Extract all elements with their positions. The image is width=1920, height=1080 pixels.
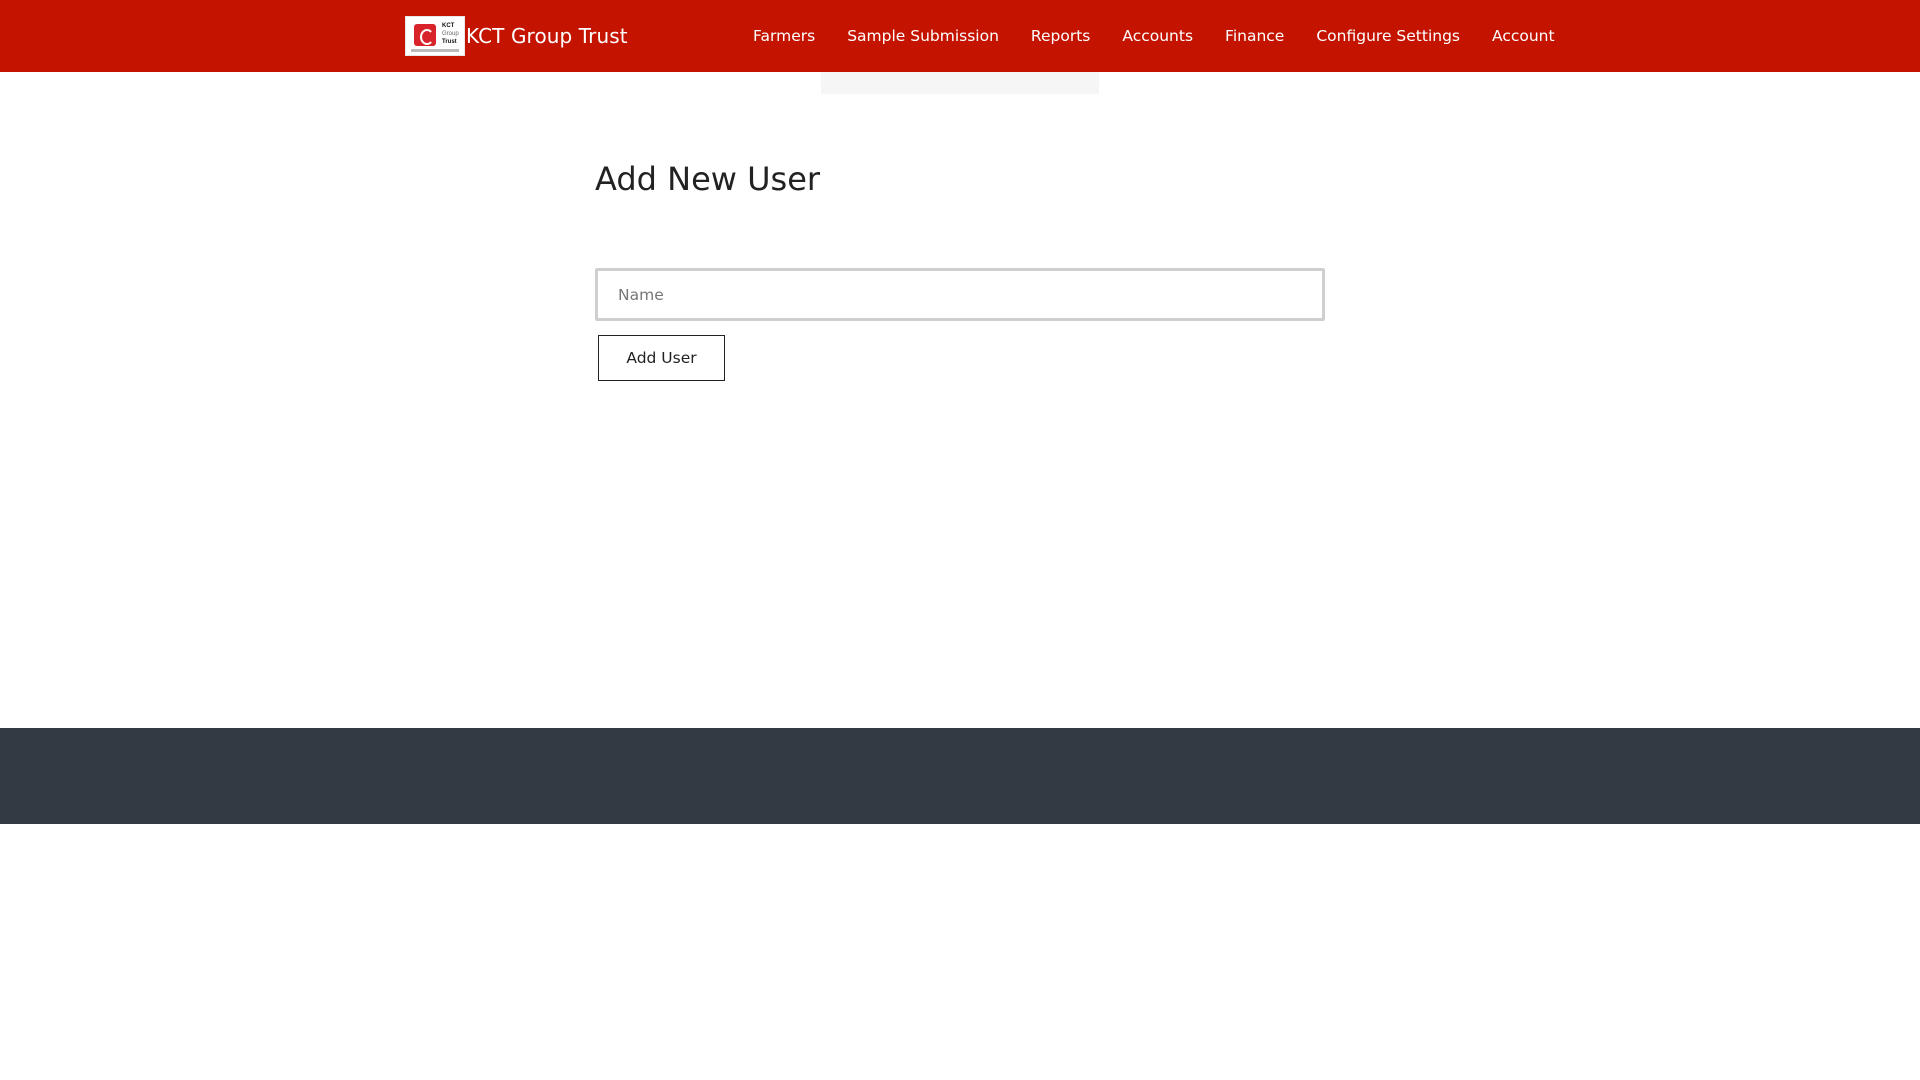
nav-item-reports[interactable]: Reports	[1031, 27, 1090, 45]
nav-item-accounts[interactable]: Accounts	[1122, 27, 1193, 45]
main-nav: Farmers Sample Submission Reports Accoun…	[753, 0, 1555, 72]
logo-line-3: Trust	[442, 39, 457, 45]
page-title: Add New User	[595, 160, 821, 198]
logo-line-1: KCT	[442, 23, 455, 29]
name-input[interactable]	[595, 268, 1325, 321]
add-user-button[interactable]: Add User	[598, 335, 725, 381]
nav-item-account[interactable]: Account	[1492, 27, 1555, 45]
nav-item-sample-submission[interactable]: Sample Submission	[847, 27, 999, 45]
logo-tagline	[411, 49, 459, 52]
page-footer	[0, 728, 1920, 824]
add-user-form: Add New User Add User	[595, 160, 1325, 381]
brand-name: KCT Group Trust	[466, 24, 628, 48]
brand-link[interactable]: KCT Group Trust KCT Group Trust	[405, 16, 628, 56]
nav-item-finance[interactable]: Finance	[1225, 27, 1284, 45]
faded-notification-bar	[821, 72, 1099, 94]
nav-item-farmers[interactable]: Farmers	[753, 27, 815, 45]
kct-logo: KCT Group Trust	[405, 16, 465, 56]
logo-line-2: Group	[442, 31, 459, 37]
top-navbar: KCT Group Trust KCT Group Trust Farmers …	[0, 0, 1920, 72]
kct-logo-mark-icon	[414, 24, 436, 46]
nav-item-configure-settings[interactable]: Configure Settings	[1316, 27, 1460, 45]
